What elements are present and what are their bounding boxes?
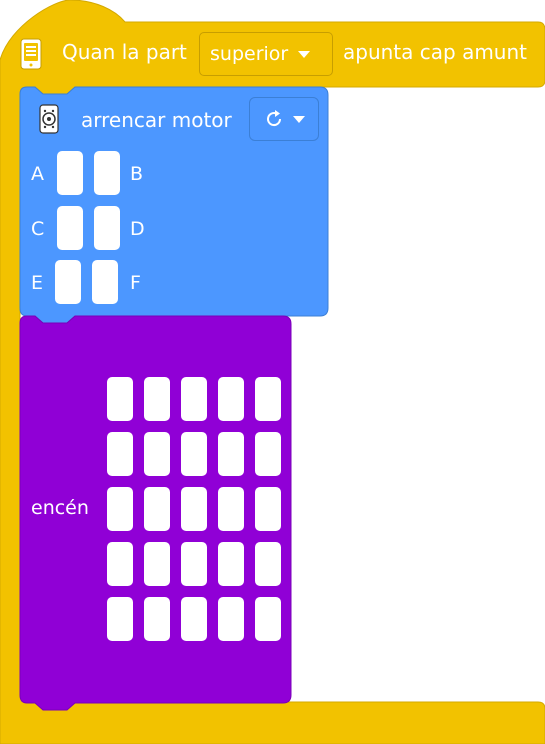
display-label: encén xyxy=(31,497,89,519)
port-b-toggle[interactable] xyxy=(94,151,120,195)
chevron-down-icon xyxy=(293,115,305,123)
port-b-label: B xyxy=(130,163,144,185)
port-a-toggle[interactable] xyxy=(57,151,83,195)
orientation-dropdown-value: superior xyxy=(210,43,289,65)
led-cell-r4-c1[interactable] xyxy=(107,542,133,586)
port-f-label: F xyxy=(130,272,141,294)
led-cell-r1-c4[interactable] xyxy=(218,377,244,421)
led-cell-r2-c3[interactable] xyxy=(181,432,207,476)
led-cell-r1-c3[interactable] xyxy=(181,377,207,421)
port-e-toggle[interactable] xyxy=(55,260,81,304)
microbit-device-icon xyxy=(20,38,42,70)
chevron-down-icon xyxy=(298,50,311,58)
rotate-clockwise-icon xyxy=(267,110,282,127)
port-d-toggle[interactable] xyxy=(94,206,120,250)
led-cell-r3-c1[interactable] xyxy=(107,487,133,531)
led-cell-r2-c2[interactable] xyxy=(144,432,170,476)
led-cell-r2-c5[interactable] xyxy=(255,432,281,476)
hat-label-after: apunta cap amunt xyxy=(343,40,527,64)
port-c-toggle[interactable] xyxy=(57,206,83,250)
led-cell-r4-c2[interactable] xyxy=(144,542,170,586)
led-cell-r1-c1[interactable] xyxy=(107,377,133,421)
port-a-label: A xyxy=(31,163,44,185)
led-cell-r4-c3[interactable] xyxy=(181,542,207,586)
port-e-label: E xyxy=(31,272,44,294)
led-cell-r1-c5[interactable] xyxy=(255,377,281,421)
orientation-dropdown[interactable]: superior xyxy=(199,32,333,76)
hat-label-before: Quan la part xyxy=(62,40,187,64)
led-cell-r4-c5[interactable] xyxy=(255,542,281,586)
port-c-label: C xyxy=(31,218,45,240)
motor-icon xyxy=(39,104,59,134)
led-cell-r5-c4[interactable] xyxy=(218,597,244,641)
motor-label: arrencar motor xyxy=(81,108,232,132)
led-cell-r4-c4[interactable] xyxy=(218,542,244,586)
led-cell-r2-c1[interactable] xyxy=(107,432,133,476)
led-cell-r2-c4[interactable] xyxy=(218,432,244,476)
port-f-toggle[interactable] xyxy=(92,260,118,304)
direction-dropdown[interactable] xyxy=(249,97,319,141)
led-cell-r5-c2[interactable] xyxy=(144,597,170,641)
led-cell-r3-c3[interactable] xyxy=(181,487,207,531)
led-cell-r5-c1[interactable] xyxy=(107,597,133,641)
led-cell-r1-c2[interactable] xyxy=(144,377,170,421)
led-cell-r5-c5[interactable] xyxy=(255,597,281,641)
port-d-label: D xyxy=(130,218,145,240)
led-cell-r5-c3[interactable] xyxy=(181,597,207,641)
led-cell-r3-c5[interactable] xyxy=(255,487,281,531)
led-cell-r3-c4[interactable] xyxy=(218,487,244,531)
led-cell-r3-c2[interactable] xyxy=(144,487,170,531)
